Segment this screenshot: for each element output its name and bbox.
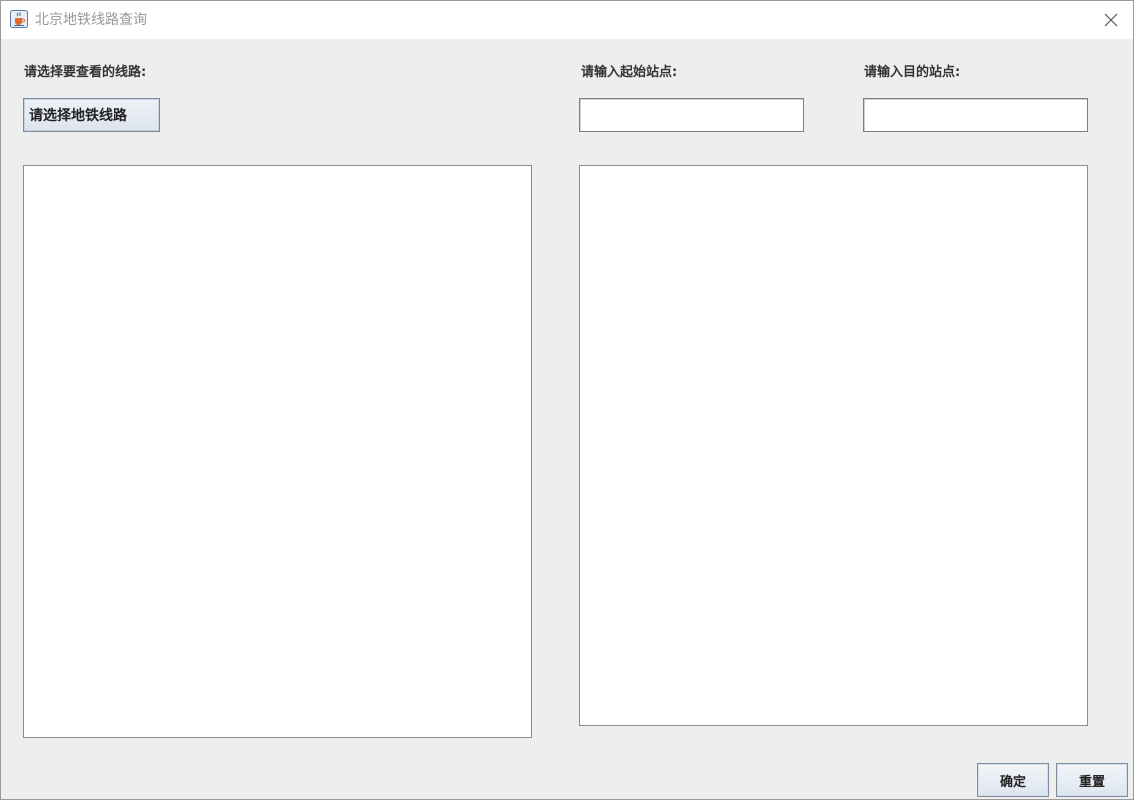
java-app-icon bbox=[10, 10, 28, 28]
app-window: 北京地铁线路查询 请选择要查看的线路: 请选择地铁线路 请输入起始站点: 请输入… bbox=[0, 0, 1134, 800]
route-result-output[interactable] bbox=[579, 165, 1088, 726]
window-title: 北京地铁线路查询 bbox=[35, 12, 147, 28]
select-line-button[interactable]: 请选择地铁线路 bbox=[23, 98, 160, 132]
close-icon[interactable] bbox=[1104, 13, 1118, 27]
start-station-input[interactable] bbox=[579, 98, 804, 132]
start-station-label: 请输入起始站点: bbox=[581, 65, 678, 80]
close-button[interactable] bbox=[1089, 1, 1133, 39]
title-bar[interactable]: 北京地铁线路查询 bbox=[1, 1, 1133, 39]
reset-button[interactable]: 重置 bbox=[1056, 763, 1128, 797]
end-station-input[interactable] bbox=[863, 98, 1088, 132]
line-stations-output[interactable] bbox=[23, 165, 532, 738]
end-station-label: 请输入目的站点: bbox=[864, 65, 961, 80]
confirm-button[interactable]: 确定 bbox=[977, 763, 1049, 797]
line-select-label: 请选择要查看的线路: bbox=[24, 65, 147, 80]
